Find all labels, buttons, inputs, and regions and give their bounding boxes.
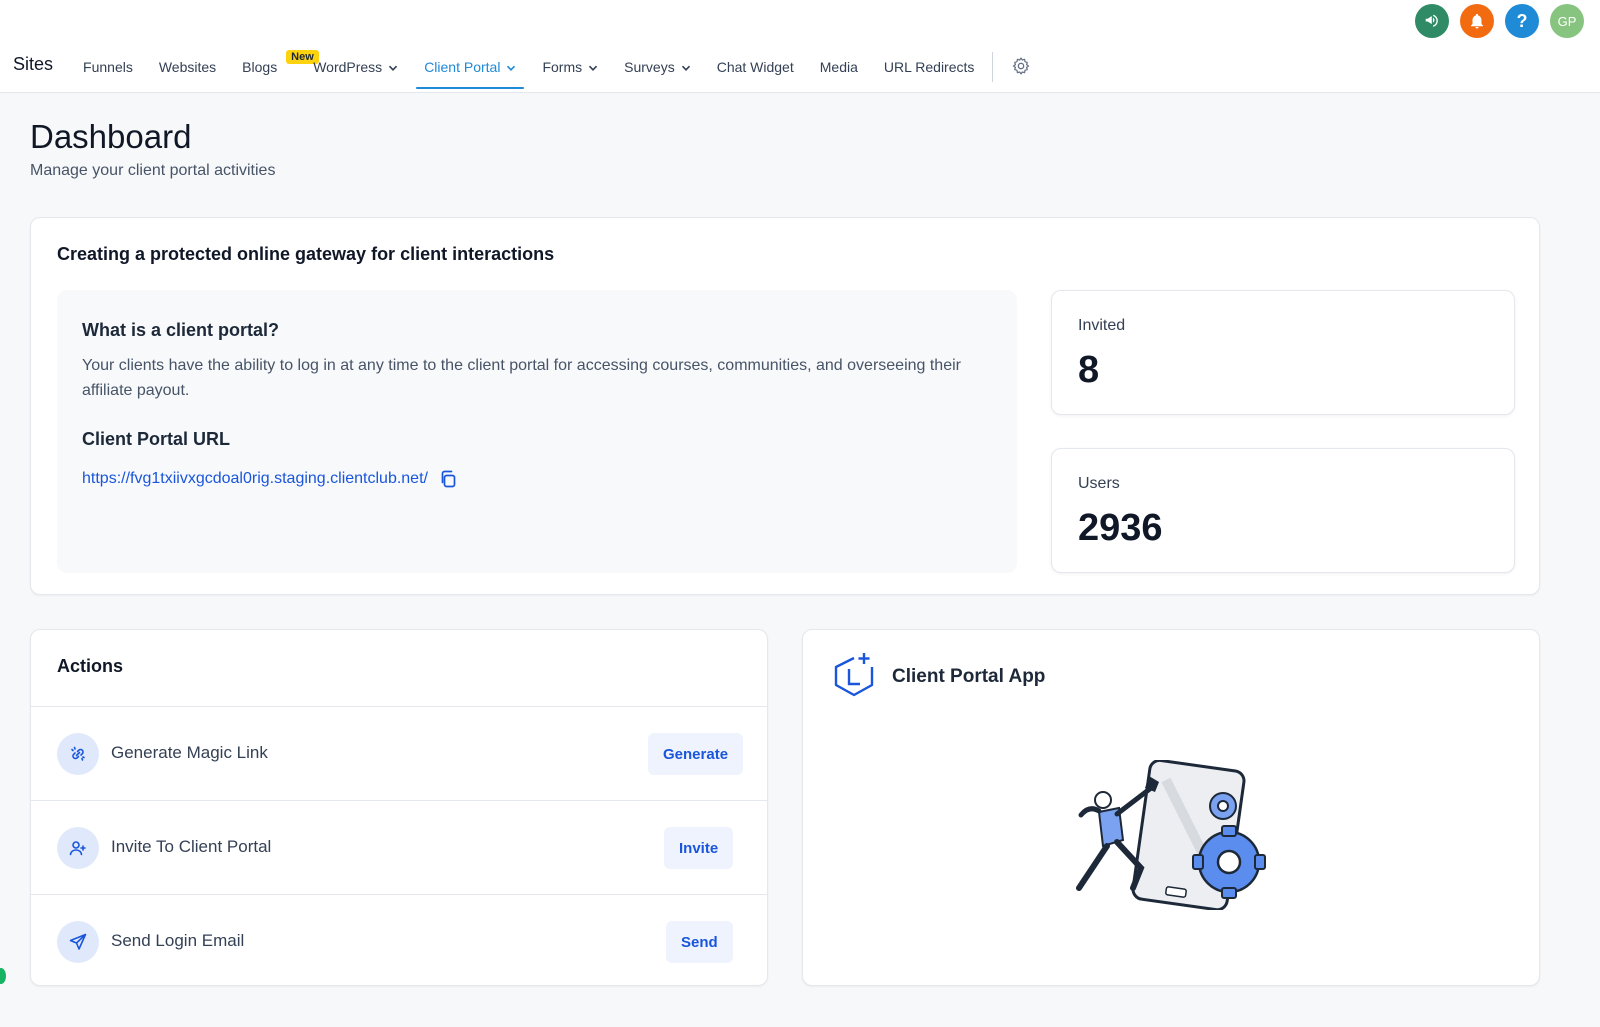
invited-count: 8: [1078, 349, 1100, 391]
chevron-down-icon: [589, 65, 598, 71]
page-subtitle: Manage your client portal activities: [30, 162, 276, 179]
actions-card: Actions Generate Magic Link Generate Inv…: [30, 629, 768, 986]
action-label: Generate Magic Link: [111, 743, 268, 762]
users-count: 2936: [1078, 507, 1163, 549]
action-row-send-email: Send Login Email Send: [31, 894, 767, 985]
users-stat-card: Users 2936: [1051, 448, 1515, 573]
nav-item-media[interactable]: Media: [820, 46, 858, 93]
nav-label: Surveys: [624, 59, 675, 75]
chevron-down-icon: [681, 65, 690, 71]
status-dot: [0, 968, 6, 984]
action-label: Invite To Client Portal: [111, 837, 272, 856]
client-portal-info: What is a client portal? Your clients ha…: [57, 290, 1017, 573]
url-row: https://fvg1txiivxgcdoal0rig.staging.cli…: [82, 469, 458, 489]
app-card-title: Client Portal App: [892, 666, 1046, 687]
send-icon: [57, 921, 99, 963]
send-button[interactable]: Send: [666, 921, 733, 963]
action-row-invite: Invite To Client Portal Invite: [31, 800, 767, 894]
avatar[interactable]: GP: [1550, 4, 1584, 38]
app-setup-illustration: [1076, 760, 1266, 910]
users-label: Users: [1078, 475, 1120, 492]
gear-icon[interactable]: [1011, 56, 1031, 76]
nav-item-wordpress[interactable]: WordPress: [313, 46, 398, 93]
invited-label: Invited: [1078, 317, 1126, 334]
nav-label: Forms: [542, 59, 583, 75]
invite-button[interactable]: Invite: [664, 827, 734, 869]
nav-item-funnels[interactable]: Funnels: [83, 46, 133, 93]
top-header: ? GP Sites Funnels Websites Blogs New Wo…: [0, 0, 1600, 93]
nav-label: URL Redirects: [883, 59, 975, 75]
chevron-down-icon: [507, 65, 516, 71]
invited-stat-card: Invited 8: [1051, 290, 1515, 415]
nav-label: Chat Widget: [716, 59, 794, 75]
bell-icon[interactable]: [1460, 4, 1494, 38]
nav-item-surveys[interactable]: Surveys: [624, 46, 691, 93]
nav-label: Funnels: [83, 59, 133, 75]
generate-button[interactable]: Generate: [648, 733, 744, 775]
info-description: Your clients have the ability to log in …: [82, 357, 961, 399]
chevron-down-icon: [389, 65, 398, 71]
info-heading: What is a client portal?: [82, 320, 280, 340]
client-portal-app-icon: [834, 653, 874, 697]
main-nav: Sites Funnels Websites Blogs New WordPre…: [13, 46, 1031, 93]
nav-item-url-redirects[interactable]: URL Redirects: [884, 46, 975, 93]
user-plus-icon: [57, 827, 99, 869]
nav-label: Blogs: [242, 59, 278, 75]
client-portal-app-card: Client Portal App: [802, 629, 1540, 986]
small-gear-icon: [1209, 792, 1237, 820]
megaphone-icon[interactable]: [1415, 4, 1449, 38]
nav-item-blogs[interactable]: Blogs New: [242, 46, 319, 93]
nav-label: WordPress: [313, 59, 383, 75]
nav-item-chat-widget[interactable]: Chat Widget: [717, 46, 794, 93]
client-portal-url-link[interactable]: https://fvg1txiivxgcdoal0rig.staging.cli…: [82, 470, 428, 488]
overview-card: Creating a protected online gateway for …: [30, 217, 1540, 595]
nav-brand: Sites: [13, 54, 54, 74]
overview-card-title: Creating a protected online gateway for …: [57, 244, 555, 264]
url-heading: Client Portal URL: [82, 429, 231, 449]
link-icon: [57, 733, 99, 775]
page-title: Dashboard: [30, 118, 192, 155]
action-row-magic-link: Generate Magic Link Generate: [31, 706, 767, 800]
nav-item-client-portal[interactable]: Client Portal: [416, 46, 525, 93]
actions-title: Actions: [57, 656, 124, 676]
help-icon[interactable]: ?: [1505, 4, 1539, 38]
header-actions: ? GP: [1415, 4, 1584, 38]
nav-divider: [992, 52, 994, 82]
nav-item-websites[interactable]: Websites: [159, 46, 216, 93]
nav-label: Media: [819, 59, 858, 75]
nav-label: Client Portal: [424, 59, 501, 75]
nav-label: Websites: [158, 59, 217, 75]
action-label: Send Login Email: [111, 931, 245, 950]
copy-icon[interactable]: [438, 469, 458, 489]
nav-item-forms[interactable]: Forms: [542, 46, 598, 93]
